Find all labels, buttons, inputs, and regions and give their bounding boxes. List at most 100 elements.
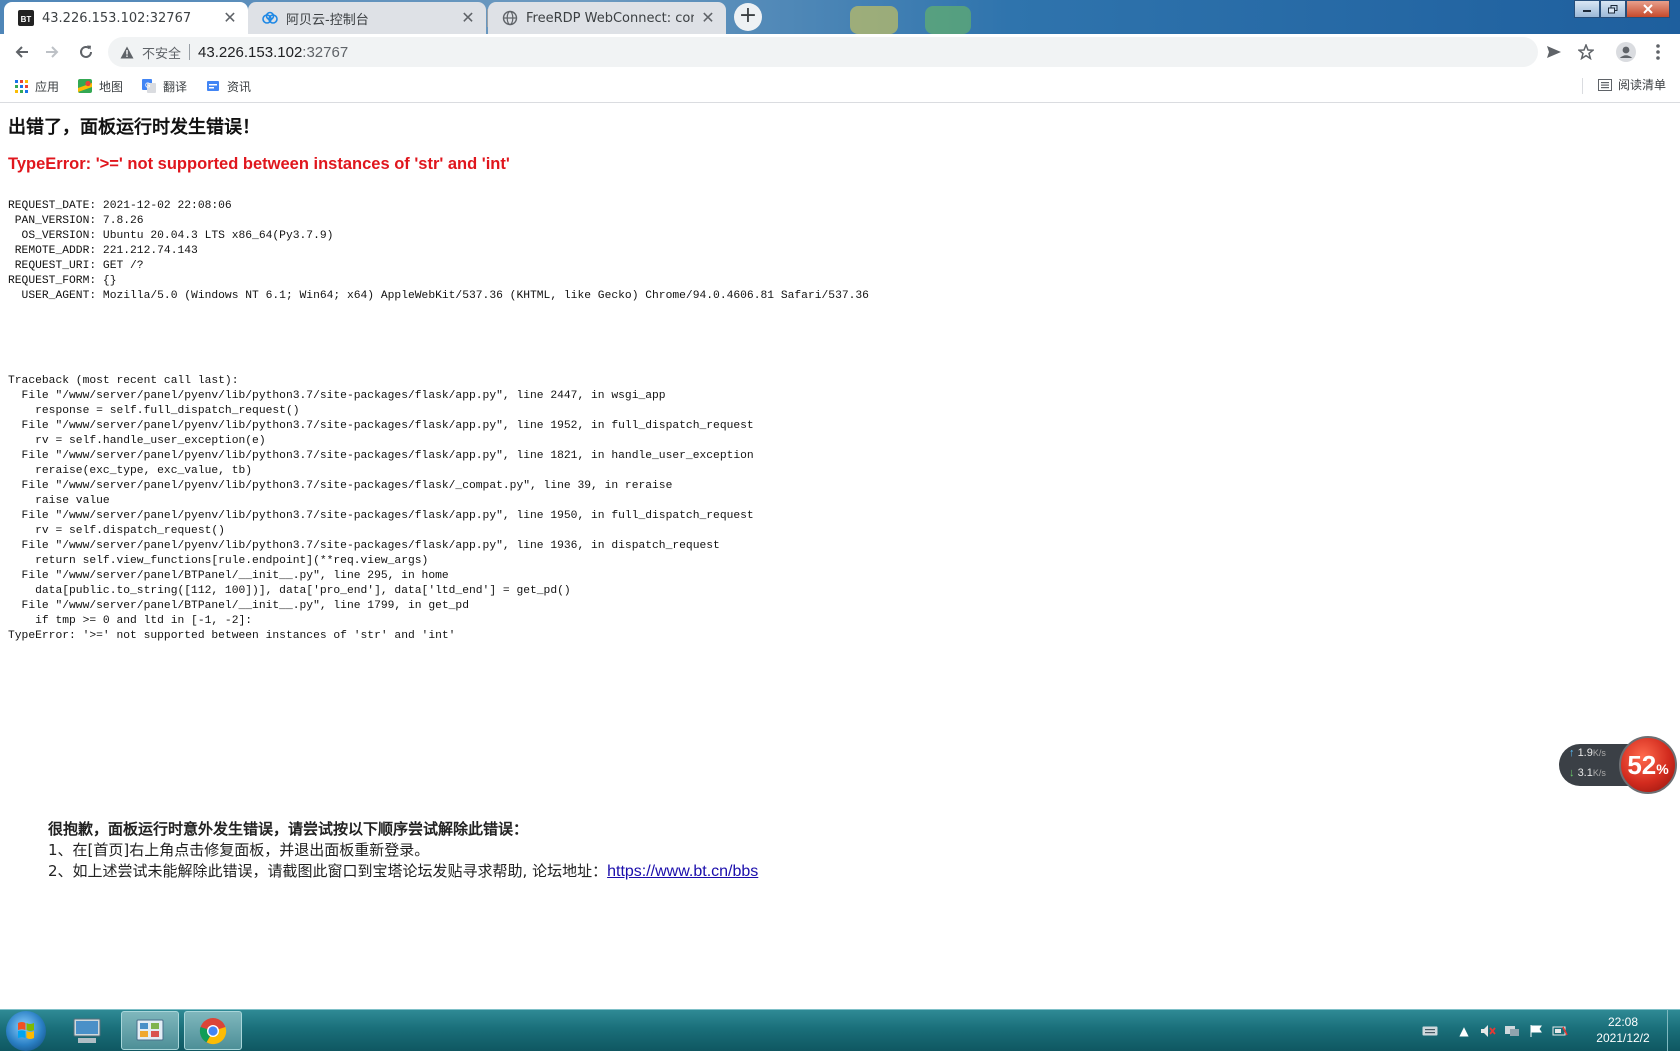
- start-button[interactable]: [6, 1011, 46, 1051]
- security-status-label[interactable]: 不安全: [142, 43, 181, 62]
- traceback-line: File "/www/server/panel/pyenv/lib/python…: [8, 510, 754, 522]
- traceback-line: reraise(exc_type, exc_value, tb): [8, 465, 253, 477]
- show-desktop-button[interactable]: [1667, 1010, 1680, 1051]
- traceback-line: File "/www/server/panel/pyenv/lib/python…: [8, 480, 673, 492]
- translate-icon: G: [142, 79, 156, 93]
- request-info-line: PAN_VERSION: 7.8.26: [8, 215, 144, 227]
- traceback-line: data[public.to_string([112, 100])], data…: [8, 585, 571, 597]
- traceback-line: response = self.full_dispatch_request(): [8, 405, 300, 417]
- desktop-background-shape: [850, 6, 898, 34]
- tab-title: 阿贝云-控制台: [286, 12, 369, 28]
- reload-button[interactable]: [72, 38, 100, 66]
- taskbar-app-chrome[interactable]: [184, 1011, 242, 1050]
- bookmark-apps[interactable]: 应用: [14, 76, 59, 96]
- traceback-line: File "/www/server/panel/BTPanel/__init__…: [8, 570, 449, 582]
- clock-time: 22:08: [1607, 1015, 1639, 1029]
- bookmark-label: 地图: [99, 79, 124, 94]
- bookmark-maps[interactable]: 地图: [78, 76, 123, 96]
- request-info-line: USER_AGENT: Mozilla/5.0 (Windows NT 6.1;…: [8, 290, 869, 302]
- request-info-line: OS_VERSION: Ubuntu 20.04.3 LTS x86_64(Py…: [8, 230, 334, 242]
- svg-text:BT: BT: [21, 15, 32, 24]
- minimize-icon: [1583, 10, 1591, 12]
- forum-link[interactable]: https://www.bt.cn/bbs: [607, 863, 758, 880]
- new-tab-button[interactable]: +: [734, 3, 762, 31]
- network-speed-widget[interactable]: ↑ 1.9K/s ↓ 3.1K/s 52%: [1559, 736, 1679, 794]
- bookmark-star-button[interactable]: [1572, 38, 1600, 66]
- send-icon: [1547, 46, 1561, 58]
- taskbar-clock[interactable]: 22:08 2021/12/2: [1580, 1014, 1666, 1046]
- system-tray: ▲: [1418, 1010, 1572, 1051]
- reading-list-button[interactable]: 阅读清单: [1597, 76, 1666, 93]
- traceback-line: raise value: [8, 495, 110, 507]
- taskbar-app-control-panel[interactable]: [121, 1011, 179, 1050]
- keyboard-icon[interactable]: [1421, 1022, 1439, 1040]
- tab-freerdp[interactable]: FreeRDP WebConnect: connec ✕: [488, 2, 726, 34]
- tab-abeiyun-console[interactable]: 阿贝云-控制台 ✕: [248, 2, 486, 34]
- apps-grid-icon: [14, 79, 28, 93]
- traceback-line: Traceback (most recent call last):: [8, 375, 239, 387]
- url-host: 43.226.153.102: [198, 43, 303, 61]
- traceback-line: return self.view_functions[rule.endpoint…: [8, 555, 429, 567]
- desktop-background-shape: [925, 6, 971, 34]
- request-info-line: REQUEST_URI: GET /?: [8, 260, 144, 272]
- tab-close-icon[interactable]: ✕: [460, 10, 476, 26]
- bookmark-label: 翻译: [163, 79, 188, 94]
- profile-button[interactable]: [1612, 38, 1640, 66]
- tab-close-icon[interactable]: ✕: [700, 10, 716, 26]
- tab-bt-panel[interactable]: BT 43.226.153.102:32767 ✕: [4, 2, 248, 34]
- close-icon: [1643, 4, 1653, 14]
- traceback-line: rv = self.handle_user_exception(e): [8, 435, 266, 447]
- windows-logo-icon: [18, 1022, 34, 1039]
- help-step-1: 1、在[首页]右上角点击修复面板，并退出面板重新登录。: [48, 841, 430, 859]
- address-divider: [189, 44, 191, 60]
- traceback-block: Traceback (most recent call last): File …: [8, 374, 754, 644]
- window-close-button[interactable]: [1626, 0, 1670, 18]
- news-icon: [206, 79, 220, 93]
- tab-title: FreeRDP WebConnect: connec: [526, 10, 694, 26]
- back-arrow-icon: [15, 46, 28, 58]
- cloud-icon: [262, 10, 278, 26]
- bookmark-translate[interactable]: G 翻译: [142, 76, 187, 96]
- bookmark-label: 资讯: [227, 79, 252, 94]
- traceback-line: File "/www/server/panel/pyenv/lib/python…: [8, 390, 666, 402]
- clock-date: 2021/12/2: [1596, 1031, 1650, 1045]
- traceback-line: File "/www/server/panel/BTPanel/__init__…: [8, 600, 469, 612]
- browser-toolbar: 不安全 43.226.153.102:32767: [0, 34, 1680, 70]
- traceback-line: File "/www/server/panel/pyenv/lib/python…: [8, 450, 754, 462]
- forward-button[interactable]: [38, 38, 66, 66]
- battery-icon[interactable]: [1551, 1022, 1569, 1040]
- globe-icon: [502, 10, 518, 26]
- error-type-heading: TypeError: '>=' not supported between in…: [8, 155, 510, 173]
- back-button[interactable]: [8, 38, 36, 66]
- chrome-menu-button[interactable]: [1644, 38, 1672, 66]
- help-section: 很抱歉，面板运行时意外发生错误，请尝试按以下顺序尝试解除此错误： 1、在[首页]…: [48, 819, 758, 882]
- tab-strip: BT 43.226.153.102:32767 ✕ 阿贝云-控制台 ✕ Free…: [0, 0, 1680, 34]
- warning-triangle-icon[interactable]: [118, 43, 136, 61]
- star-icon: [1578, 44, 1594, 60]
- forward-arrow-icon: [46, 46, 59, 58]
- window-restore-button[interactable]: [1600, 0, 1626, 18]
- avatar-icon: [1616, 42, 1636, 62]
- traceback-line: File "/www/server/panel/pyenv/lib/python…: [8, 420, 754, 432]
- upload-arrow-icon: ↑: [1569, 747, 1575, 759]
- windows-taskbar: ▲ 22:08 2021/12/2: [0, 1009, 1680, 1051]
- tab-close-icon[interactable]: ✕: [222, 10, 238, 26]
- action-center-flag-icon[interactable]: [1527, 1022, 1545, 1040]
- bookmarks-bar: 应用 地图 G 翻译 资讯 阅读清单: [0, 70, 1680, 103]
- reading-list-label: 阅读清单: [1617, 78, 1666, 92]
- address-bar[interactable]: 不安全 43.226.153.102:32767: [108, 37, 1538, 67]
- help-step-2: 2、如上述尝试未能解除此错误，请截图此窗口到宝塔论坛发贴寻求帮助, 论坛地址：h…: [48, 861, 758, 882]
- show-hidden-icons-icon[interactable]: ▲: [1455, 1022, 1473, 1040]
- bookmark-news[interactable]: 资讯: [206, 76, 251, 96]
- taskbar-app-remote-desktop[interactable]: [58, 1011, 116, 1050]
- download-speed: ↓ 3.1K/s: [1569, 767, 1606, 779]
- volume-muted-icon[interactable]: [1479, 1022, 1497, 1040]
- send-to-devices-button[interactable]: [1540, 38, 1568, 66]
- control-panel-icon: [136, 1019, 164, 1040]
- memory-usage-ball[interactable]: 52%: [1619, 736, 1677, 794]
- window-minimize-button[interactable]: [1574, 0, 1600, 18]
- computer-icon: [73, 1018, 101, 1043]
- network-icon[interactable]: [1503, 1022, 1521, 1040]
- traceback-line: if tmp >= 0 and ltd in [-1, -2]:: [8, 615, 253, 627]
- bt-favicon-icon: BT: [18, 10, 34, 26]
